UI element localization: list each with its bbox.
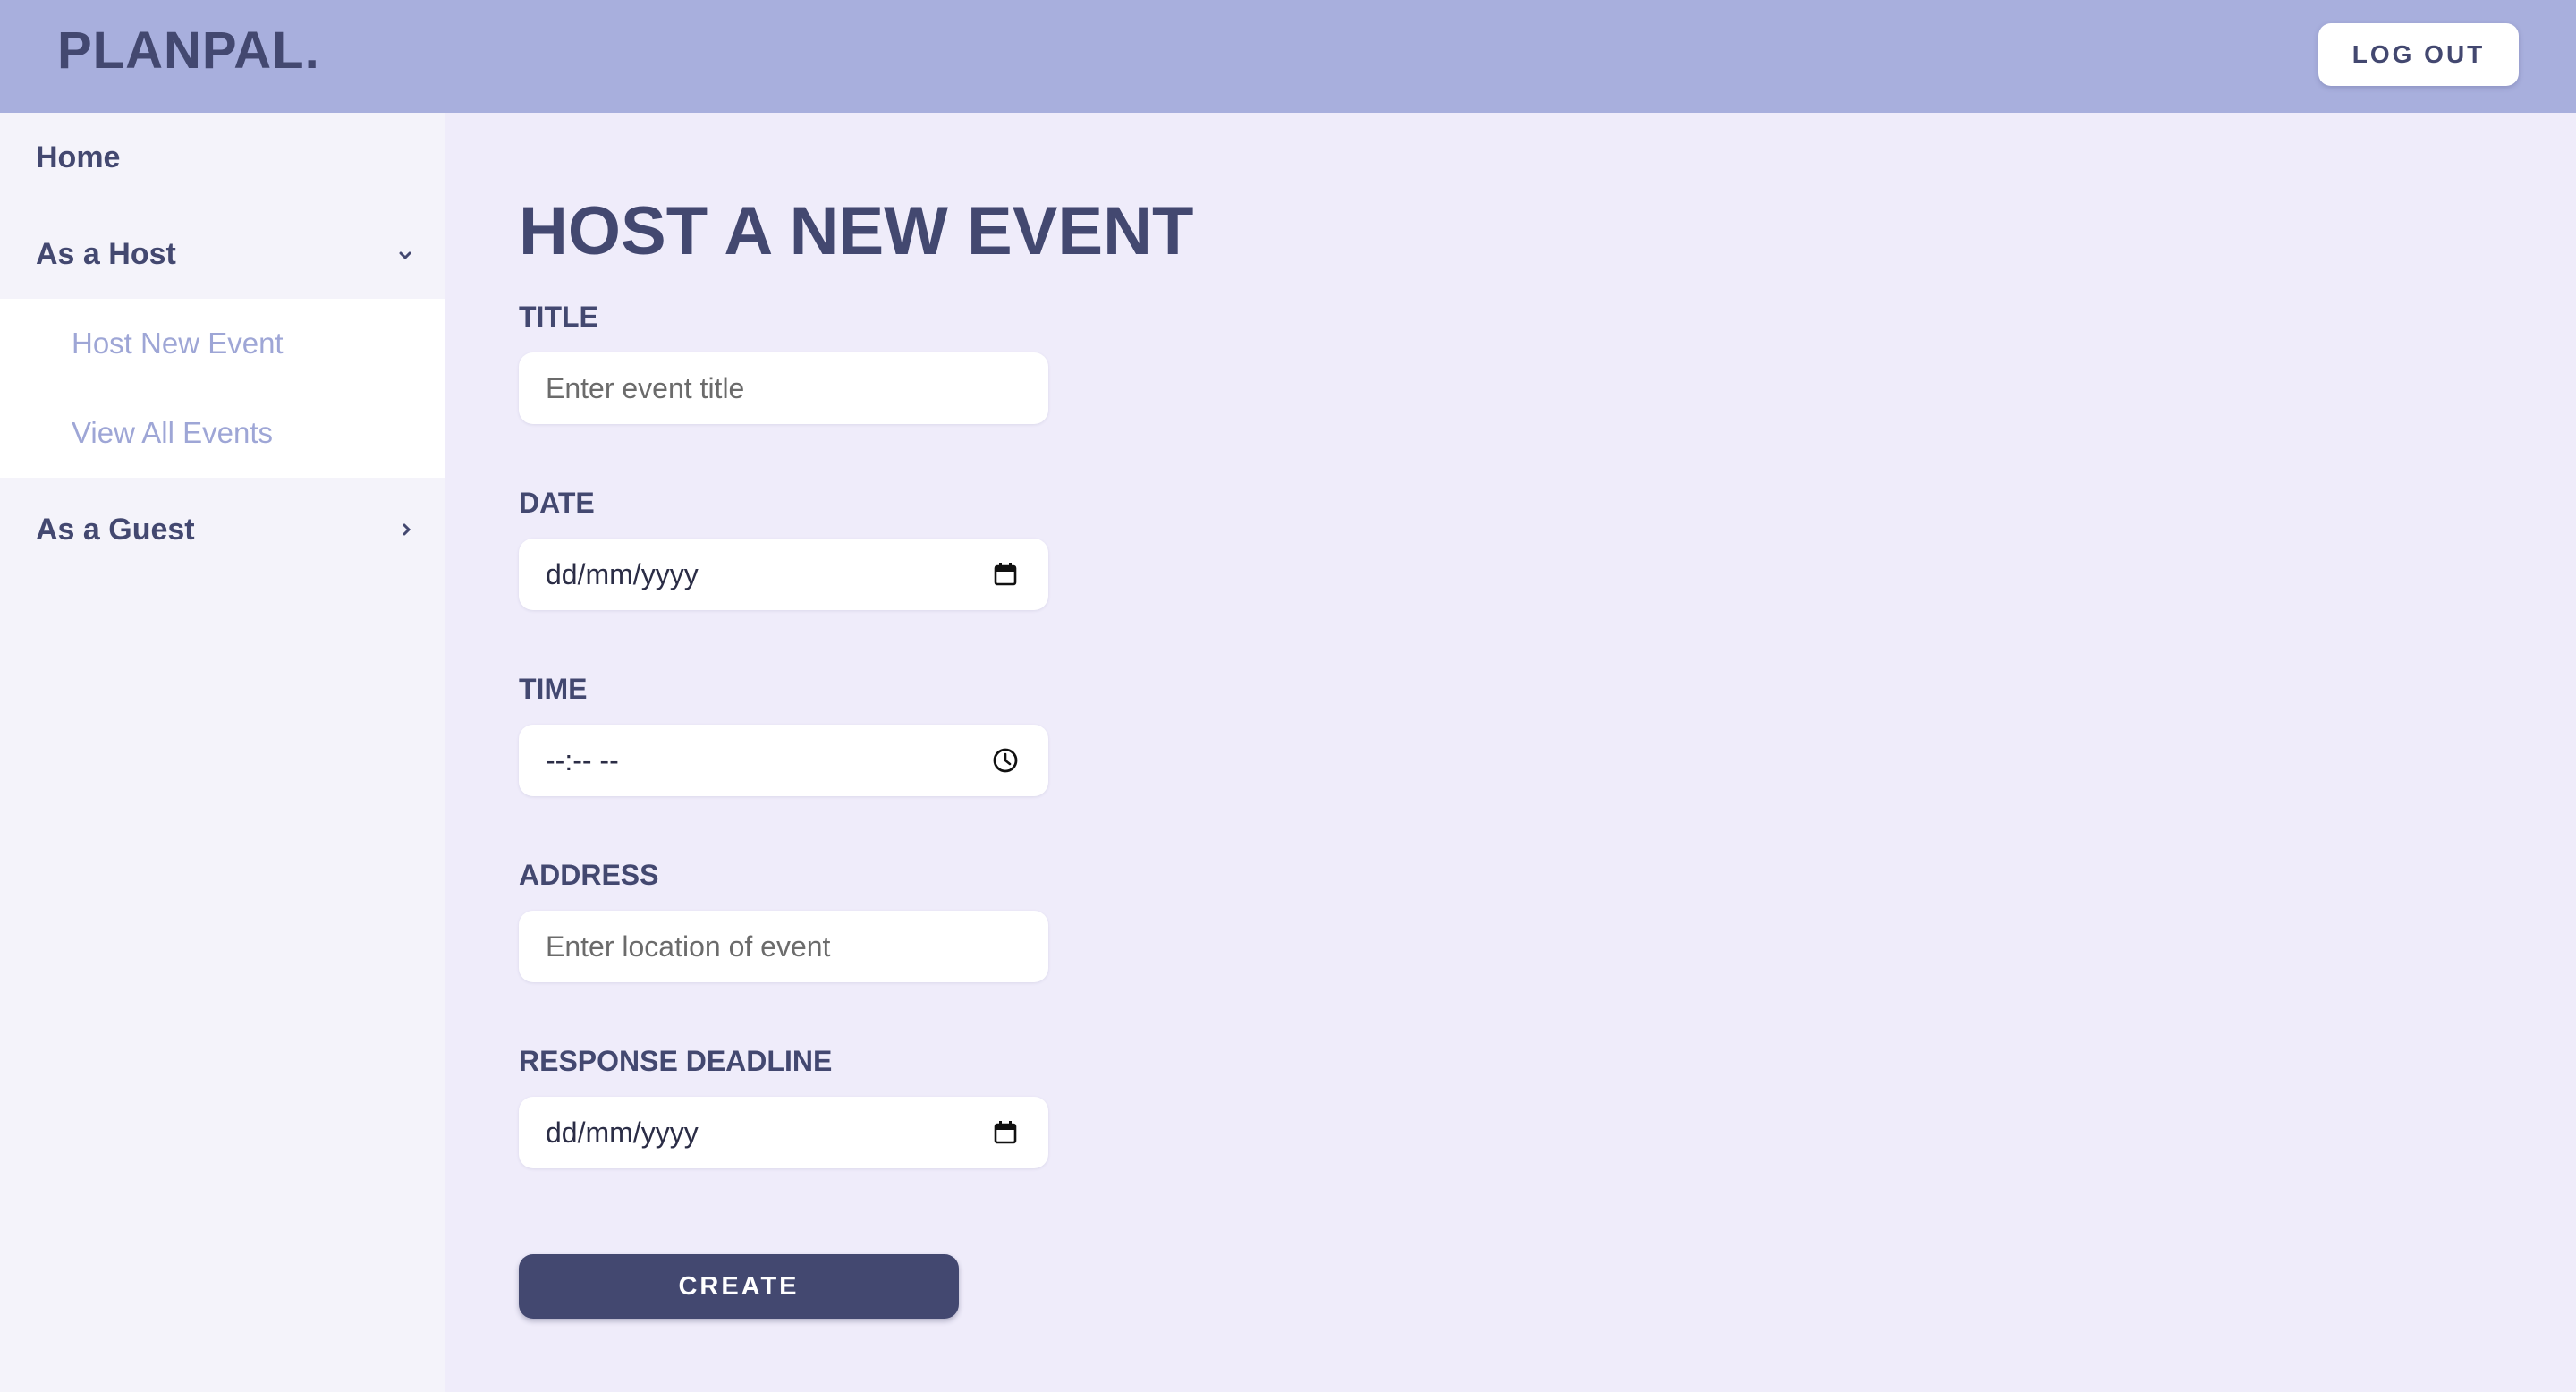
sidebar-group-host[interactable]: As a Host <box>0 218 445 290</box>
time-placeholder: --:-- -- <box>546 743 619 777</box>
response-deadline-placeholder: dd/mm/yyyy <box>546 1116 699 1149</box>
address-label: ADDRESS <box>519 859 659 891</box>
date-placeholder: dd/mm/yyyy <box>546 557 699 590</box>
chevron-right-icon <box>402 517 411 542</box>
title-placeholder: Enter event title <box>546 371 745 404</box>
sidebar-item-label: View All Events <box>72 416 274 449</box>
page-title: HOST A NEW EVENT <box>519 193 1194 269</box>
sidebar-item-view-all-events[interactable]: View All Events <box>0 397 445 469</box>
sidebar: Home As a Host Host New Event View All E… <box>0 113 445 1392</box>
sidebar-item-host-new-event[interactable]: Host New Event <box>0 308 445 379</box>
address-input[interactable]: Enter location of event <box>519 911 1048 982</box>
time-label: TIME <box>519 673 588 705</box>
time-input[interactable]: --:-- -- <box>519 725 1048 796</box>
sidebar-item-label: As a Host <box>36 236 176 271</box>
host-submenu: Host New Event View All Events <box>0 299 445 478</box>
app-logo[interactable]: PLANPAL. <box>57 21 320 81</box>
sidebar-item-label: Home <box>36 140 121 174</box>
response-deadline-label: RESPONSE DEADLINE <box>519 1045 833 1077</box>
logout-button[interactable]: LOG OUT <box>2318 23 2519 86</box>
title-label: TITLE <box>519 301 598 333</box>
title-input[interactable]: Enter event title <box>519 352 1048 424</box>
date-input[interactable]: dd/mm/yyyy <box>519 539 1048 610</box>
calendar-icon[interactable] <box>991 560 1020 589</box>
clock-icon[interactable] <box>991 746 1020 775</box>
sidebar-group-guest[interactable]: As a Guest <box>0 494 445 565</box>
sidebar-item-label: As a Guest <box>36 512 195 547</box>
chevron-down-icon <box>399 242 411 267</box>
top-bar: PLANPAL. LOG OUT <box>0 0 2576 113</box>
sidebar-item-label: Host New Event <box>72 327 284 360</box>
create-button[interactable]: CREATE <box>519 1254 959 1319</box>
sidebar-item-home[interactable]: Home <box>0 122 445 193</box>
date-label: DATE <box>519 487 595 519</box>
calendar-icon[interactable] <box>991 1118 1020 1147</box>
response-deadline-input[interactable]: dd/mm/yyyy <box>519 1097 1048 1168</box>
address-placeholder: Enter location of event <box>546 929 831 963</box>
